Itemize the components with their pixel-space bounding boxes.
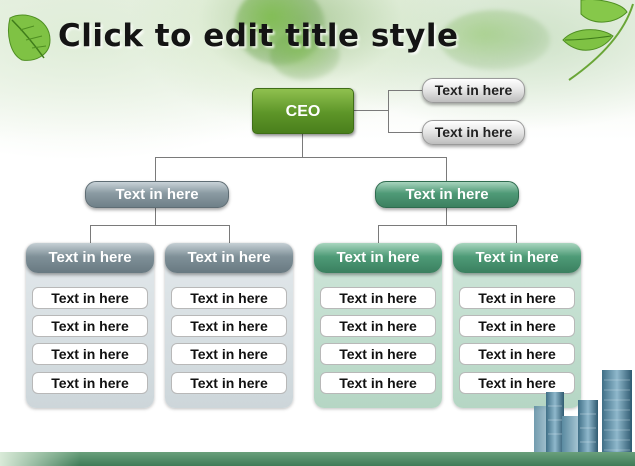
connector-line — [388, 132, 422, 133]
footer-bar — [0, 452, 635, 466]
list-item[interactable]: Text in here — [32, 343, 148, 365]
connector-line — [446, 157, 447, 181]
list-item[interactable]: Text in here — [171, 372, 287, 394]
city-buildings-image — [534, 370, 632, 466]
column-header[interactable]: Text in here — [314, 243, 442, 273]
list-item[interactable]: Text in here — [171, 343, 287, 365]
list-item[interactable]: Text in here — [320, 372, 436, 394]
department-column: Text in here Text in here Text in here T… — [314, 243, 442, 408]
connector-line — [90, 225, 230, 226]
list-item[interactable]: Text in here — [459, 315, 575, 337]
division-box-left[interactable]: Text in here — [85, 181, 229, 208]
column-header[interactable]: Text in here — [165, 243, 293, 273]
list-item[interactable]: Text in here — [459, 287, 575, 309]
list-item[interactable]: Text in here — [320, 315, 436, 337]
list-item[interactable]: Text in here — [459, 343, 575, 365]
list-item[interactable]: Text in here — [171, 315, 287, 337]
list-item[interactable]: Text in here — [320, 343, 436, 365]
department-column: Text in here Text in here Text in here T… — [26, 243, 154, 408]
connector-line — [516, 225, 517, 245]
ceo-box[interactable]: CEO — [252, 88, 354, 134]
list-item[interactable]: Text in here — [32, 287, 148, 309]
connector-line — [388, 90, 389, 133]
connector-line — [446, 208, 447, 226]
slide-title[interactable]: Click to edit title style — [58, 18, 458, 54]
leaf-icon — [8, 14, 51, 61]
column-header[interactable]: Text in here — [453, 243, 581, 273]
connector-line — [90, 225, 91, 245]
connector-line — [155, 157, 447, 158]
column-header[interactable]: Text in here — [26, 243, 154, 273]
connector-line — [229, 225, 230, 245]
leaf-branch-icon — [562, 0, 634, 81]
department-column: Text in here Text in here Text in here T… — [165, 243, 293, 408]
list-item[interactable]: Text in here — [320, 287, 436, 309]
slide: Click to edit title style CEO Text in he… — [0, 0, 635, 466]
connector-line — [354, 110, 388, 111]
list-item[interactable]: Text in here — [32, 315, 148, 337]
connector-line — [378, 225, 517, 226]
connector-line — [388, 90, 422, 91]
footer-highlight — [0, 452, 80, 466]
division-box-right[interactable]: Text in here — [375, 181, 519, 208]
connector-line — [155, 157, 156, 181]
ceo-side-box[interactable]: Text in here — [422, 120, 525, 145]
connector-line — [378, 225, 379, 245]
ceo-side-box[interactable]: Text in here — [422, 78, 525, 103]
list-item[interactable]: Text in here — [32, 372, 148, 394]
list-item[interactable]: Text in here — [171, 287, 287, 309]
connector-line — [155, 208, 156, 226]
connector-line — [302, 134, 303, 157]
